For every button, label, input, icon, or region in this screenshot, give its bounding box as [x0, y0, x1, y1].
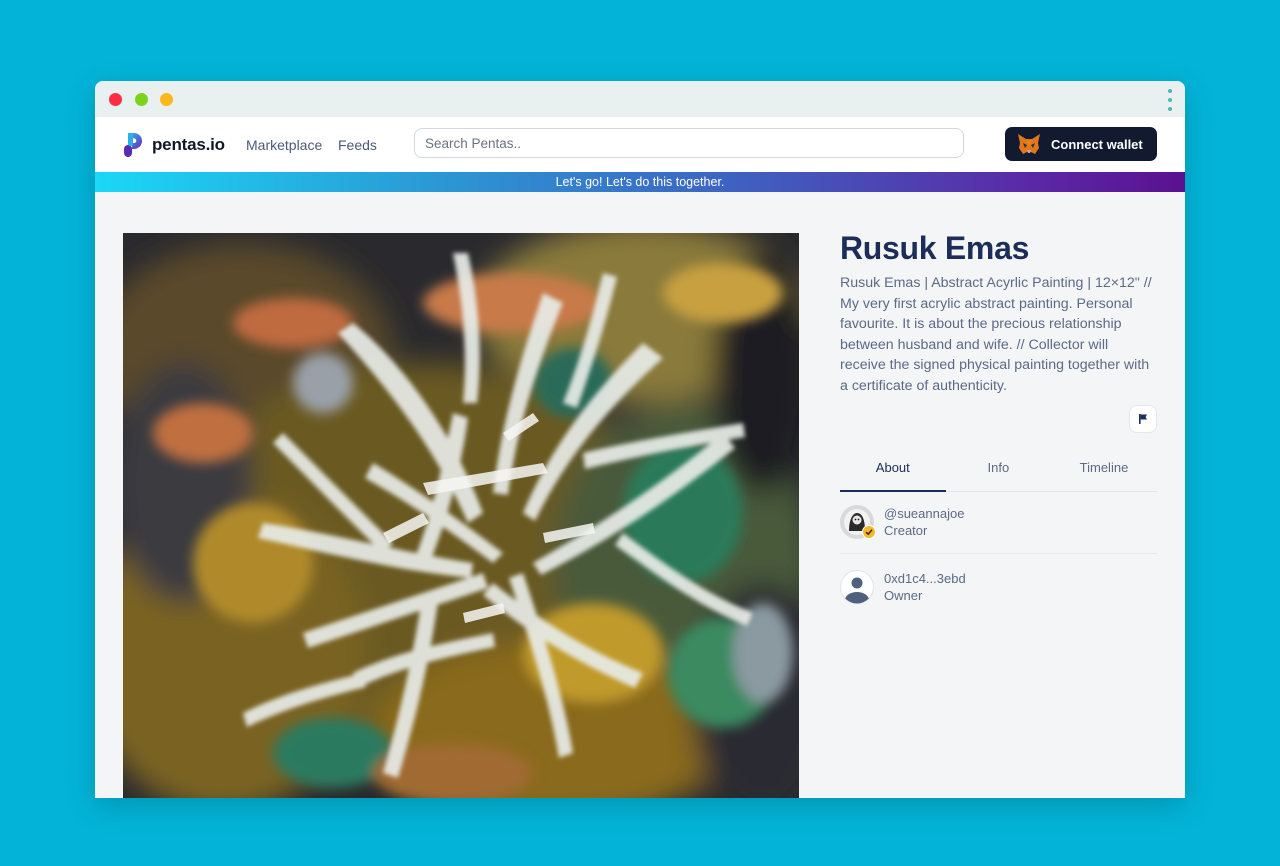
connect-wallet-button[interactable]: Connect wallet	[1005, 127, 1157, 161]
top-navbar: pentas.io Marketplace Feeds Connect wall…	[95, 117, 1185, 172]
pentas-logo-icon	[124, 133, 142, 157]
owner-address[interactable]: 0xd1c4...3ebd	[884, 570, 966, 587]
minimize-window-button[interactable]	[135, 93, 148, 106]
announcement-banner: Let's go! Let's do this together.	[95, 172, 1185, 192]
brand-logo[interactable]: pentas.io	[122, 131, 225, 159]
metamask-fox-icon	[1018, 134, 1040, 154]
more-options-icon[interactable]	[1167, 89, 1173, 111]
nav-link-marketplace[interactable]: Marketplace	[246, 137, 322, 153]
abstract-painting-image	[123, 233, 799, 798]
connect-wallet-label: Connect wallet	[1051, 136, 1143, 152]
owner-info: 0xd1c4...3ebd Owner	[884, 570, 966, 604]
tab-timeline[interactable]: Timeline	[1051, 453, 1157, 491]
creator-handle[interactable]: @sueannajoe	[884, 505, 964, 522]
verified-badge-icon	[862, 525, 876, 539]
brand-name: pentas.io	[152, 135, 225, 154]
artwork-detail-panel: Rusuk Emas Rusuk Emas | Abstract Acyrlic…	[840, 230, 1157, 604]
divider	[840, 553, 1157, 554]
owner-role: Owner	[884, 588, 923, 603]
nav-link-feeds[interactable]: Feeds	[338, 137, 377, 153]
search-input[interactable]	[414, 128, 964, 158]
artwork-tabs: About Info Timeline	[840, 453, 1157, 492]
artwork-image[interactable]	[123, 233, 799, 798]
creator-role: Creator	[884, 523, 928, 538]
default-user-icon	[840, 570, 874, 604]
artwork-description: Rusuk Emas | Abstract Acyrlic Painting |…	[840, 275, 1152, 394]
creator-avatar[interactable]	[840, 505, 876, 539]
tab-about[interactable]: About	[840, 453, 946, 492]
creator-info: @sueannajoe Creator	[884, 505, 964, 539]
owner-avatar[interactable]	[840, 570, 874, 604]
artwork-title: Rusuk Emas	[840, 230, 1030, 266]
close-window-button[interactable]	[109, 93, 122, 106]
flag-icon	[1139, 414, 1147, 424]
tab-info[interactable]: Info	[946, 453, 1052, 491]
owner-row[interactable]: 0xd1c4...3ebd Owner	[840, 570, 1157, 604]
window-titlebar	[95, 81, 1185, 117]
report-button[interactable]	[1129, 405, 1157, 433]
creator-row[interactable]: @sueannajoe Creator	[840, 505, 1157, 539]
maximize-window-button[interactable]	[160, 93, 173, 106]
artwork-page: Rusuk Emas Rusuk Emas | Abstract Acyrlic…	[95, 192, 1185, 798]
browser-window: pentas.io Marketplace Feeds Connect wall…	[95, 81, 1185, 798]
